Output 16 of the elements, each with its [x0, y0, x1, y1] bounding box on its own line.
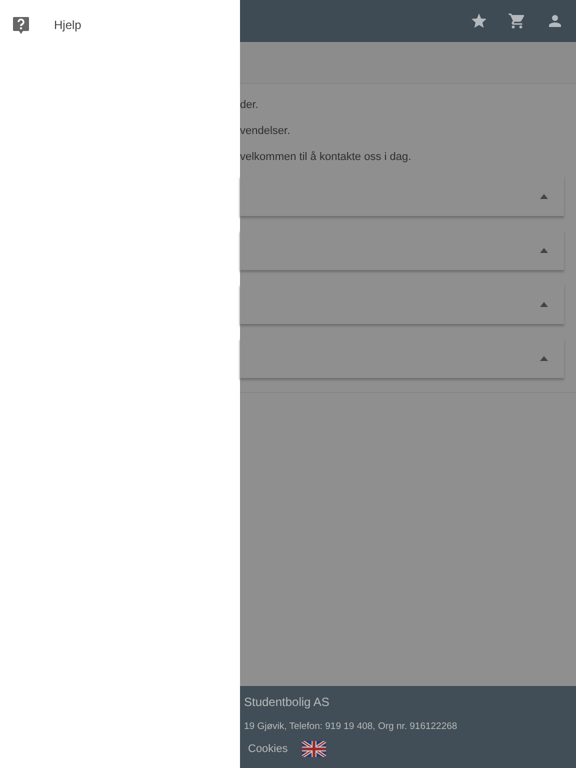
company-address: 19 Gjøvik, Telefon: 919 19 408, Org nr. 916122268 — [244, 721, 458, 733]
star-icon[interactable] — [470, 12, 488, 30]
company-name: Studentbolig AS — [244, 695, 330, 711]
footer-link[interactable]: Cookies — [248, 743, 288, 755]
drawer-item[interactable]: Hjelp — [0, 0, 240, 50]
caret-icon — [540, 248, 548, 252]
paragraph: der. — [240, 98, 260, 112]
paragraph: vendelser. — [240, 124, 292, 138]
caret-icon — [540, 356, 548, 360]
caret-icon — [540, 302, 548, 306]
flag-icon[interactable] — [302, 741, 326, 757]
help-icon — [13, 16, 29, 34]
caret-icon — [540, 194, 548, 198]
paragraph: velkommen til å kontakte oss i dag. — [240, 150, 412, 164]
cart-icon[interactable] — [508, 12, 526, 30]
user-icon[interactable] — [546, 12, 564, 30]
